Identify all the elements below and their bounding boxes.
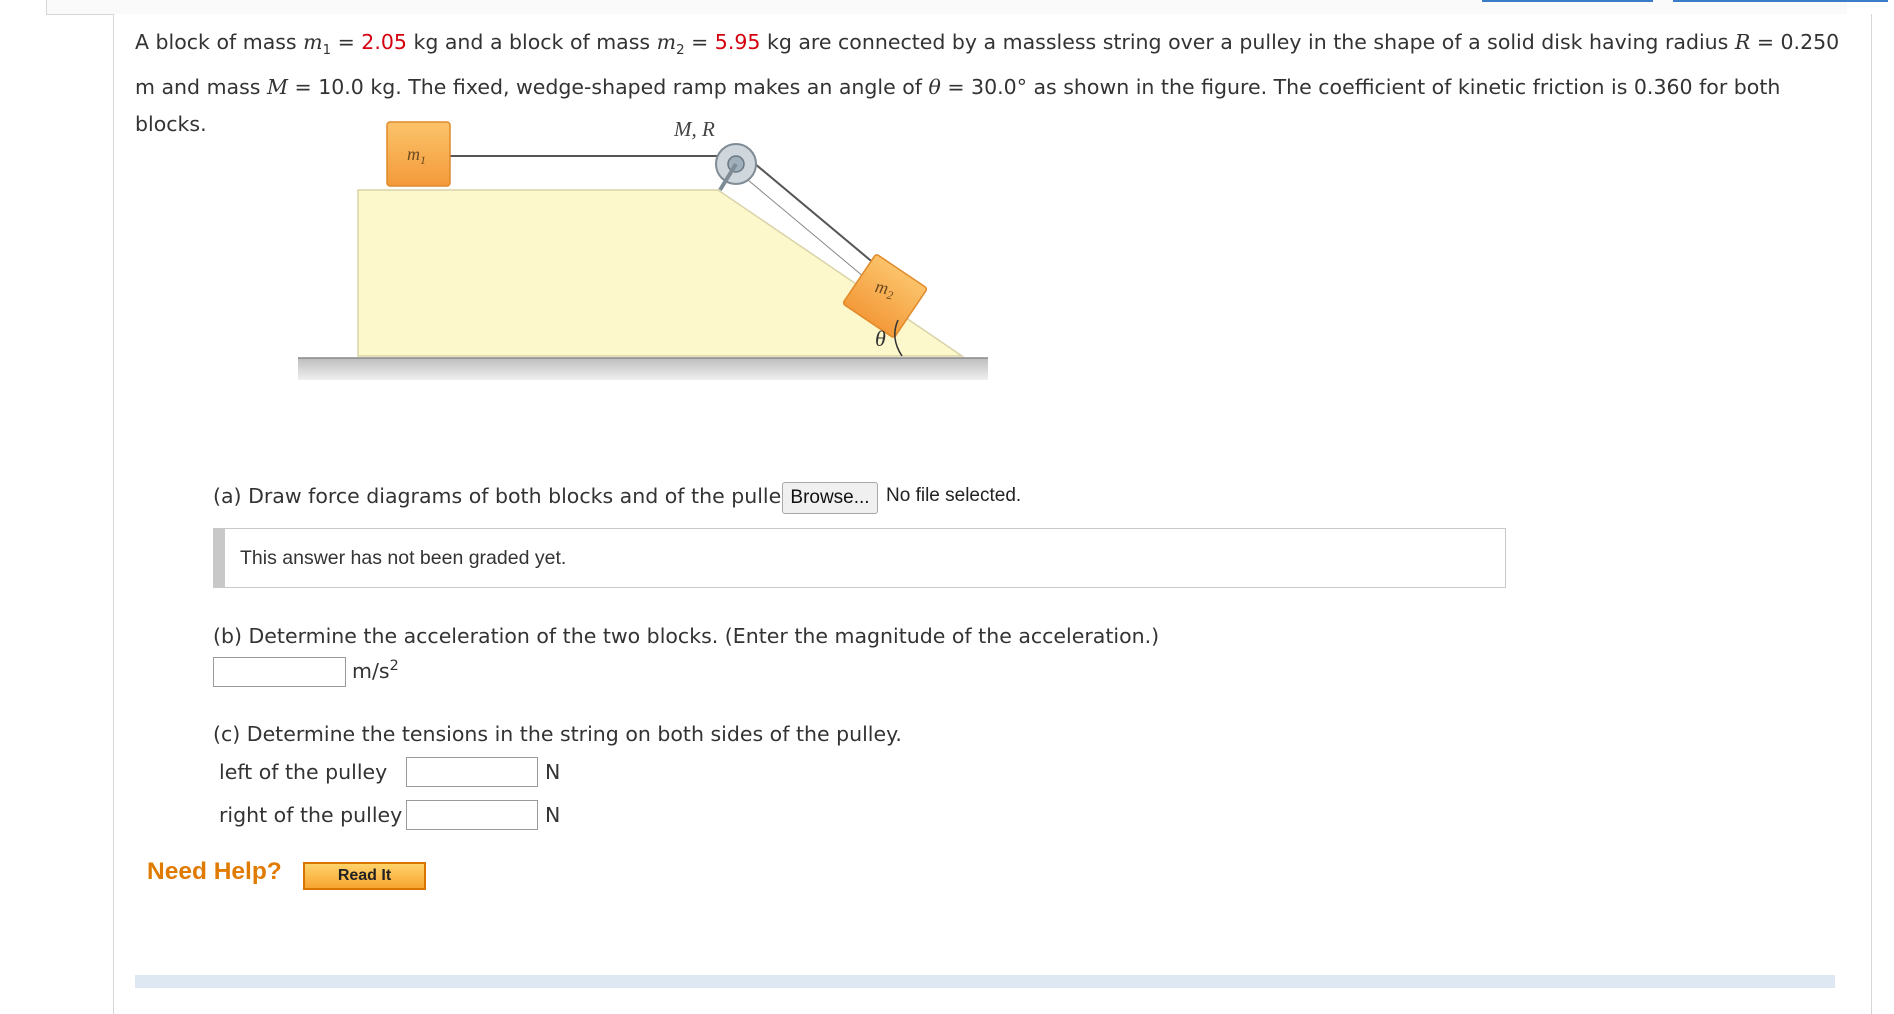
top-strip xyxy=(46,0,1888,15)
next-panel-strip xyxy=(135,975,1835,988)
angle-label: θ xyxy=(875,326,886,351)
question-segment: = 10.0 kg. The fixed, wedge-shaped ramp … xyxy=(287,75,929,100)
acceleration-unit: m/s2 xyxy=(352,658,399,683)
block-m1-sub: 1 xyxy=(420,153,426,167)
acceleration-unit-exponent: 2 xyxy=(389,658,399,674)
part-c-prompt: (c) Determine the tensions in the string… xyxy=(213,722,902,746)
part-a-prompt: (a) Draw force diagrams of both blocks a… xyxy=(213,484,797,508)
theta-symbol: θ xyxy=(928,75,941,100)
left-tension-input[interactable] xyxy=(406,757,538,787)
m1-symbol: m xyxy=(303,30,323,54)
browse-button[interactable]: Browse... xyxy=(782,482,878,514)
ramp-figure: M, R m1 m2 θ xyxy=(298,117,988,380)
m2-value: 5.95 xyxy=(714,30,761,54)
right-tension-unit: N xyxy=(545,803,561,827)
read-it-button[interactable]: Read It xyxy=(303,862,426,890)
m2-symbol: m xyxy=(656,30,677,54)
right-tension-label: right of the pulley xyxy=(219,803,403,827)
question-segment: kg and a block of mass xyxy=(406,30,657,54)
question-segment: kg are connected by a massless string ov… xyxy=(760,30,1735,54)
acceleration-unit-base: m/s xyxy=(352,658,390,683)
acceleration-input[interactable] xyxy=(213,657,346,687)
radius-symbol: R xyxy=(1734,30,1751,54)
part-b-prompt: (b) Determine the acceleration of the tw… xyxy=(213,624,1160,648)
ground xyxy=(298,358,988,380)
question-segment: A block of mass xyxy=(135,30,304,54)
left-tension-label: left of the pulley xyxy=(219,760,388,784)
pulley-mass-symbol: M xyxy=(266,75,288,100)
m1-subscript: 1 xyxy=(322,43,332,59)
block-m1-var: m xyxy=(407,144,420,164)
equals-sign: = xyxy=(331,30,362,54)
m1-value: 2.05 xyxy=(361,30,407,54)
need-help-label: Need Help? xyxy=(147,858,282,885)
left-tension-unit: N xyxy=(545,760,561,784)
m2-subscript: 2 xyxy=(676,43,685,59)
file-status: No file selected. xyxy=(886,485,1022,506)
pulley-label: M, R xyxy=(673,117,715,141)
graded-status-text: This answer has not been graded yet. xyxy=(240,547,567,569)
equals-sign: = xyxy=(684,30,715,54)
right-tension-input[interactable] xyxy=(406,800,538,830)
top-tab-1[interactable] xyxy=(1482,0,1653,2)
top-tab-2[interactable] xyxy=(1673,0,1888,2)
